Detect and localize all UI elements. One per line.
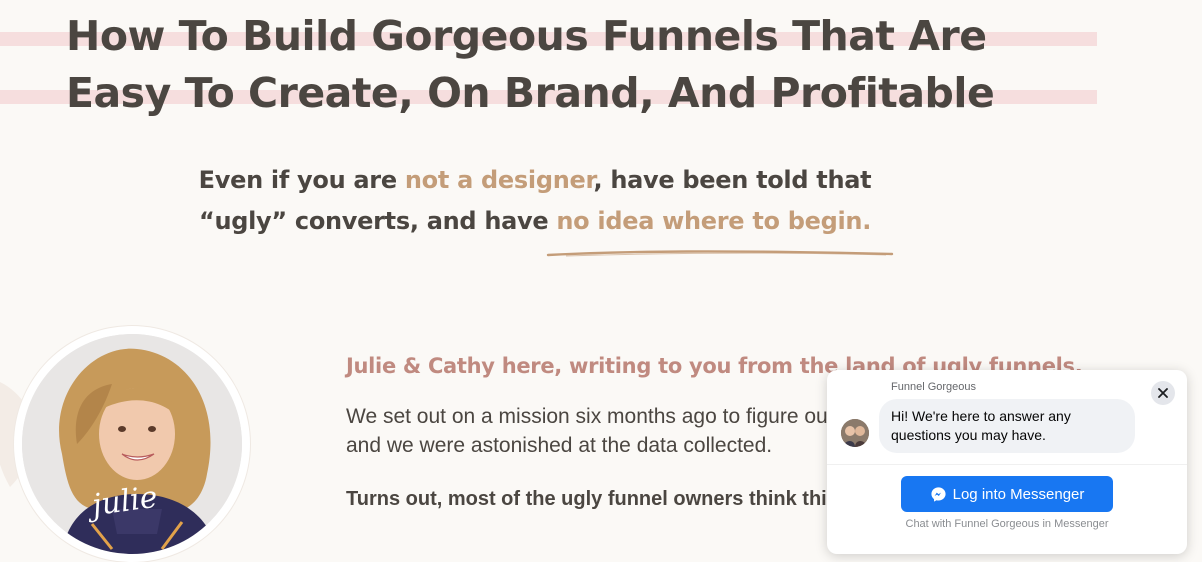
messenger-divider — [827, 464, 1187, 465]
subhead-accent-text: not a designer — [404, 166, 594, 194]
page-avatar-photo — [841, 419, 869, 447]
log-into-messenger-button[interactable]: Log into Messenger — [901, 476, 1113, 512]
subhead-text: “ugly” converts, and have — [198, 207, 557, 235]
intro-bold-line: Turns out, most of the ugly funnel owner… — [346, 488, 827, 510]
messenger-greeting-bubble: Hi! We're here to answer any questions y… — [879, 399, 1135, 453]
close-button[interactable] — [1151, 381, 1175, 405]
messenger-icon — [931, 486, 946, 502]
messenger-page-name: Funnel Gorgeous — [891, 381, 976, 393]
messenger-page-avatar — [841, 419, 869, 447]
subhead-text: , have been told that — [593, 166, 872, 194]
subheadline: Even if you are not a designer, have bee… — [170, 160, 900, 242]
brush-underline — [546, 250, 894, 257]
headline-line-2: Easy To Create, On Brand, And Profitable — [66, 69, 995, 117]
subhead-text: Even if you are — [198, 166, 405, 194]
subhead-line-2: “ugly” converts, and have no idea where … — [170, 201, 900, 242]
avatar: julie — [22, 334, 242, 554]
close-icon — [1158, 388, 1168, 398]
intro-line-2: and we were astonished at the data colle… — [346, 434, 773, 457]
subhead-accent-text: no idea where to begin. — [556, 207, 872, 235]
intro-paragraph: We set out on a mission six months ago t… — [346, 402, 866, 460]
headline-line-1: How To Build Gorgeous Funnels That Are — [66, 12, 987, 60]
messenger-footer: Chat with Funnel Gorgeous in Messenger — [905, 518, 1109, 530]
subhead-line-1: Even if you are not a designer, have bee… — [170, 160, 900, 201]
messenger-chat-widget: Funnel Gorgeous Hi! We're here to answer… — [827, 370, 1187, 554]
page-headline: How To Build Gorgeous Funnels That Are E… — [66, 8, 1066, 122]
portrait-illustration — [22, 334, 242, 554]
messenger-header: Funnel Gorgeous Hi! We're here to answer… — [827, 370, 1187, 462]
login-button-label: Log into Messenger — [952, 485, 1085, 503]
intro-line-1: We set out on a mission six months ago t… — [346, 405, 855, 428]
